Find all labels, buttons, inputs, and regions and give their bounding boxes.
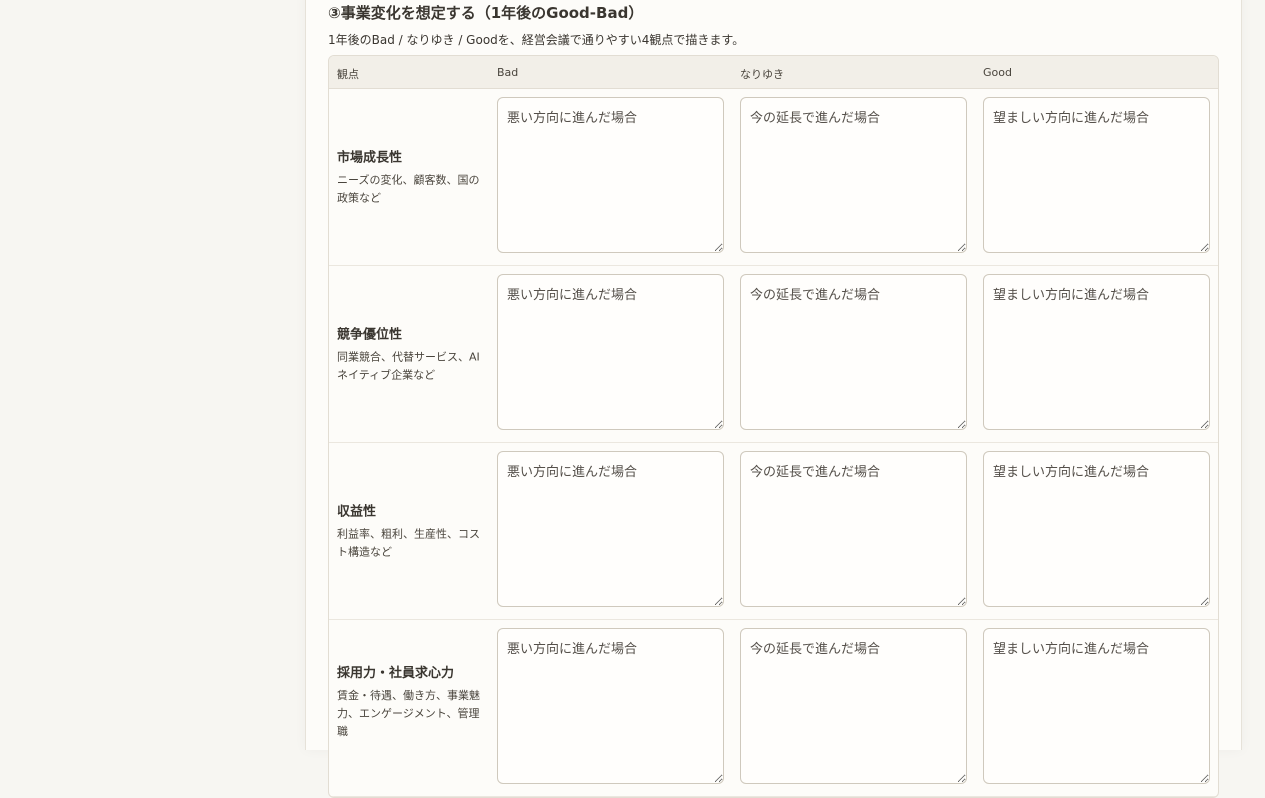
table-row-recruiting-power: 採用力・社員求心力 賃金・待遇、働き方、事業魅力、エンゲージメント、管理職 bbox=[329, 620, 1218, 797]
table-row-market-growth: 市場成長性 ニーズの変化、顧客数、国の政策など bbox=[329, 89, 1218, 266]
table-header: 観点 Bad なりゆき Good bbox=[329, 56, 1218, 89]
section-title: ③事業変化を想定する（1年後のGood-Bad） bbox=[328, 4, 644, 22]
header-perspective: 観点 bbox=[337, 68, 359, 81]
good-textarea[interactable] bbox=[983, 97, 1210, 253]
table-row-competitive-advantage: 競争優位性 同業競合、代替サービス、AIネイティブ企業など bbox=[329, 266, 1218, 443]
naruyuki-textarea[interactable] bbox=[740, 97, 967, 253]
row-label: 市場成長性 ニーズの変化、顧客数、国の政策など bbox=[337, 147, 482, 208]
row-title: 収益性 bbox=[337, 504, 377, 520]
row-label: 収益性 利益率、粗利、生産性、コスト構造など bbox=[337, 501, 482, 562]
row-description: 利益率、粗利、生産性、コスト構造など bbox=[337, 527, 480, 559]
bad-textarea[interactable] bbox=[497, 451, 724, 607]
naruyuki-textarea[interactable] bbox=[740, 274, 967, 430]
good-textarea[interactable] bbox=[983, 274, 1210, 430]
good-bad-table: 観点 Bad なりゆき Good 市場成長性 ニーズの変化、顧客数、国の政策など… bbox=[328, 55, 1219, 798]
header-good: Good bbox=[983, 66, 1012, 79]
row-title: 採用力・社員求心力 bbox=[337, 666, 455, 681]
good-textarea[interactable] bbox=[983, 451, 1210, 607]
naruyuki-textarea[interactable] bbox=[740, 451, 967, 607]
worksheet-panel: ③事業変化を想定する（1年後のGood-Bad） 1年後のBad / なりゆき … bbox=[305, 0, 1242, 798]
row-label: 採用力・社員求心力 賃金・待遇、働き方、事業魅力、エンゲージメント、管理職 bbox=[337, 662, 482, 741]
row-description: 同業競合、代替サービス、AIネイティブ企業など bbox=[337, 350, 480, 382]
naruyuki-textarea[interactable] bbox=[740, 628, 967, 784]
header-bad: Bad bbox=[497, 66, 519, 79]
section-description: 1年後のBad / なりゆき / Goodを、経営会議で通りやすい4観点で描きま… bbox=[328, 33, 745, 47]
good-textarea[interactable] bbox=[983, 628, 1210, 784]
bad-textarea[interactable] bbox=[497, 97, 724, 253]
row-description: 賃金・待遇、働き方、事業魅力、エンゲージメント、管理職 bbox=[337, 689, 480, 738]
row-title: 市場成長性 bbox=[337, 150, 403, 166]
row-title: 競争優位性 bbox=[337, 327, 403, 343]
header-naruyuki: なりゆき bbox=[740, 68, 784, 81]
bad-textarea[interactable] bbox=[497, 628, 724, 784]
table-row-profitability: 収益性 利益率、粗利、生産性、コスト構造など bbox=[329, 443, 1218, 620]
row-description: ニーズの変化、顧客数、国の政策など bbox=[337, 173, 480, 205]
row-label: 競争優位性 同業競合、代替サービス、AIネイティブ企業など bbox=[337, 324, 482, 385]
bad-textarea[interactable] bbox=[497, 274, 724, 430]
